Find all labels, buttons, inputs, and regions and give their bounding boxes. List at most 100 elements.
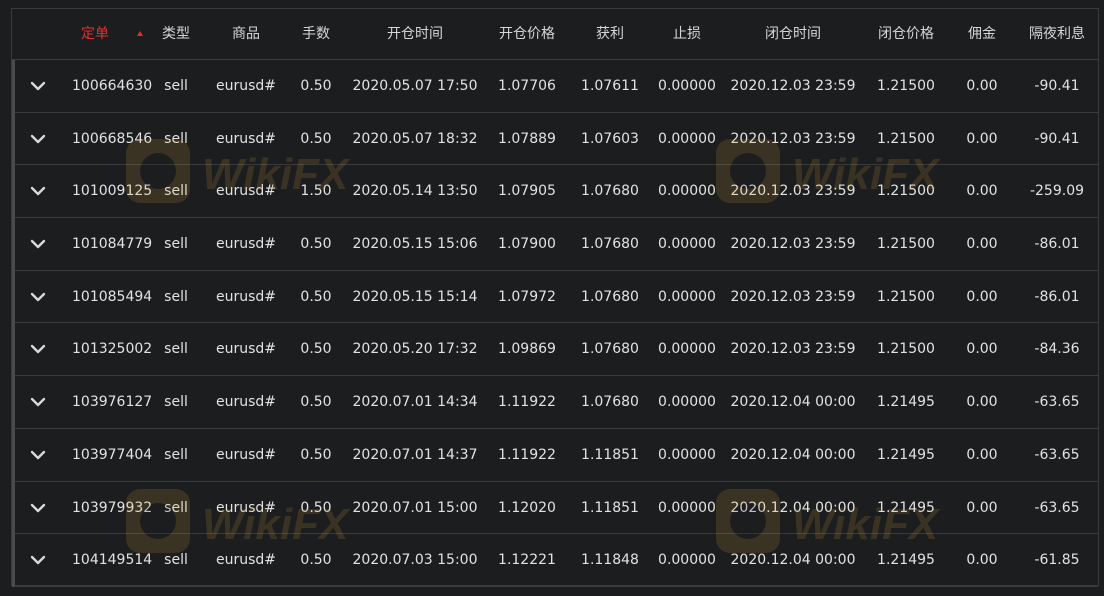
cell-open-time: 2020.05.14 13:50 <box>352 183 478 200</box>
cell-stop-loss: 0.00000 <box>658 394 716 411</box>
cell-lots: 0.50 <box>300 288 332 305</box>
column-header-lots[interactable]: 手数 <box>286 9 346 59</box>
cell-swap: -84.36 <box>1034 341 1080 358</box>
cell-commission: 0.00 <box>966 130 998 147</box>
cell-type: sell <box>164 499 188 516</box>
cell-close-time: 2020.12.03 23:59 <box>730 130 856 147</box>
cell-stop-loss: 0.00000 <box>658 499 716 516</box>
table-row[interactable]: 104149514 sell eurusd# 0.50 2020.07.03 15:00… <box>12 534 1098 587</box>
cell-take-profit: 1.07680 <box>581 236 639 253</box>
chevron-down-icon[interactable] <box>30 78 46 94</box>
cell-take-profit: 1.11851 <box>581 446 639 463</box>
column-header-swap[interactable]: 隔夜利息 <box>1017 9 1097 59</box>
column-header-commission[interactable]: 佣金 <box>952 9 1012 59</box>
cell-open-time: 2020.05.15 15:14 <box>352 288 478 305</box>
cell-stop-loss: 0.00000 <box>658 552 716 569</box>
column-header-type[interactable]: 类型 <box>146 9 206 59</box>
cell-lots: 0.50 <box>300 552 332 569</box>
cell-close-price: 1.21495 <box>877 394 935 411</box>
cell-stop-loss: 0.00000 <box>658 236 716 253</box>
table-body: 100664630 sell eurusd# 0.50 2020.05.07 17:50… <box>12 60 1098 587</box>
cell-commission: 0.00 <box>966 552 998 569</box>
cell-symbol: eurusd# <box>216 394 277 411</box>
chevron-down-icon[interactable] <box>30 447 46 463</box>
chevron-down-icon[interactable] <box>30 341 46 357</box>
table-row[interactable]: 103976127 sell eurusd# 0.50 2020.07.01 14:34… <box>12 376 1098 429</box>
column-header-open-price[interactable]: 开仓价格 <box>487 9 567 59</box>
cell-swap: -86.01 <box>1034 236 1080 253</box>
table-row[interactable]: 101085494 sell eurusd# 0.50 2020.05.15 15:14… <box>12 270 1098 324</box>
cell-close-time: 2020.12.03 23:59 <box>730 78 856 94</box>
cell-lots: 1.50 <box>300 183 332 200</box>
cell-take-profit: 1.07680 <box>581 341 639 358</box>
cell-close-time: 2020.12.03 23:59 <box>730 236 856 253</box>
table-row[interactable]: 103977404 sell eurusd# 0.50 2020.07.01 14:37… <box>12 428 1098 482</box>
column-header-close-price[interactable]: 闭仓价格 <box>866 9 946 59</box>
column-header-take-profit[interactable]: 获利 <box>570 9 650 59</box>
cell-close-price: 1.21500 <box>877 236 935 253</box>
cell-open-price: 1.07889 <box>498 130 556 147</box>
cell-close-time: 2020.12.03 23:59 <box>730 183 856 200</box>
column-header-stop-loss[interactable]: 止损 <box>647 9 727 59</box>
cell-close-time: 2020.12.04 00:00 <box>730 446 856 463</box>
column-header-symbol[interactable]: 商品 <box>216 9 276 59</box>
cell-take-profit: 1.07680 <box>581 288 639 305</box>
chevron-down-icon[interactable] <box>30 289 46 305</box>
chevron-down-icon[interactable] <box>30 183 46 199</box>
cell-stop-loss: 0.00000 <box>658 341 716 358</box>
cell-commission: 0.00 <box>966 446 998 463</box>
sort-asc-icon[interactable] <box>137 31 143 36</box>
column-header-close-time[interactable]: 闭仓时间 <box>723 9 863 59</box>
cell-commission: 0.00 <box>966 341 998 358</box>
cell-open-price: 1.12020 <box>498 499 556 516</box>
cell-type: sell <box>164 236 188 253</box>
cell-lots: 0.50 <box>300 341 332 358</box>
table-row[interactable]: 101084779 sell eurusd# 0.50 2020.05.15 15:06… <box>12 218 1098 271</box>
chevron-down-icon[interactable] <box>30 552 46 568</box>
cell-lots: 0.50 <box>300 236 332 253</box>
chevron-down-icon[interactable] <box>30 131 46 147</box>
cell-commission: 0.00 <box>966 499 998 516</box>
cell-open-price: 1.07706 <box>498 78 556 94</box>
cell-take-profit: 1.07680 <box>581 394 639 411</box>
cell-symbol: eurusd# <box>216 183 277 200</box>
table-row[interactable]: 100668546 sell eurusd# 0.50 2020.05.07 18:32… <box>12 112 1098 166</box>
cell-close-price: 1.21500 <box>877 130 935 147</box>
cell-open-price: 1.07905 <box>498 183 556 200</box>
cell-open-price: 1.12221 <box>498 552 556 569</box>
column-header-open-time[interactable]: 开仓时间 <box>345 9 485 59</box>
cell-open-price: 1.07972 <box>498 288 556 305</box>
cell-swap: -259.09 <box>1029 183 1085 200</box>
cell-swap: -63.65 <box>1034 499 1080 516</box>
table-row[interactable]: 100664630 sell eurusd# 0.50 2020.05.07 17:50… <box>12 60 1098 113</box>
cell-close-time: 2020.12.04 00:00 <box>730 394 856 411</box>
cell-take-profit: 1.07680 <box>581 183 639 200</box>
chevron-down-icon[interactable] <box>30 236 46 252</box>
cell-close-price: 1.21500 <box>877 78 935 94</box>
table-row[interactable]: 101325002 sell eurusd# 0.50 2020.05.20 17:32… <box>12 323 1098 377</box>
cell-close-price: 1.21495 <box>877 446 935 463</box>
cell-symbol: eurusd# <box>216 288 277 305</box>
cell-type: sell <box>164 288 188 305</box>
table-row[interactable]: 101009125 sell eurusd# 1.50 2020.05.14 13:50… <box>12 165 1098 219</box>
cell-close-price: 1.21500 <box>877 341 935 358</box>
cell-type: sell <box>164 446 188 463</box>
column-header-order[interactable]: 定单 <box>72 9 118 59</box>
cell-stop-loss: 0.00000 <box>658 446 716 463</box>
cell-lots: 0.50 <box>300 446 332 463</box>
cell-lots: 0.50 <box>300 394 332 411</box>
cell-open-time: 2020.07.01 14:34 <box>352 394 478 411</box>
cell-stop-loss: 0.00000 <box>658 288 716 305</box>
table-row[interactable]: 103979932 sell eurusd# 0.50 2020.07.01 15:00… <box>12 481 1098 535</box>
cell-symbol: eurusd# <box>216 130 277 147</box>
chevron-down-icon[interactable] <box>30 394 46 410</box>
cell-open-price: 1.07900 <box>498 236 556 253</box>
cell-symbol: eurusd# <box>216 236 277 253</box>
cell-swap: -63.65 <box>1034 446 1080 463</box>
cell-open-time: 2020.07.03 15:00 <box>352 552 478 569</box>
cell-open-price: 1.09869 <box>498 341 556 358</box>
cell-close-price: 1.21495 <box>877 499 935 516</box>
cell-stop-loss: 0.00000 <box>658 78 716 94</box>
cell-type: sell <box>164 341 188 358</box>
chevron-down-icon[interactable] <box>30 500 46 516</box>
